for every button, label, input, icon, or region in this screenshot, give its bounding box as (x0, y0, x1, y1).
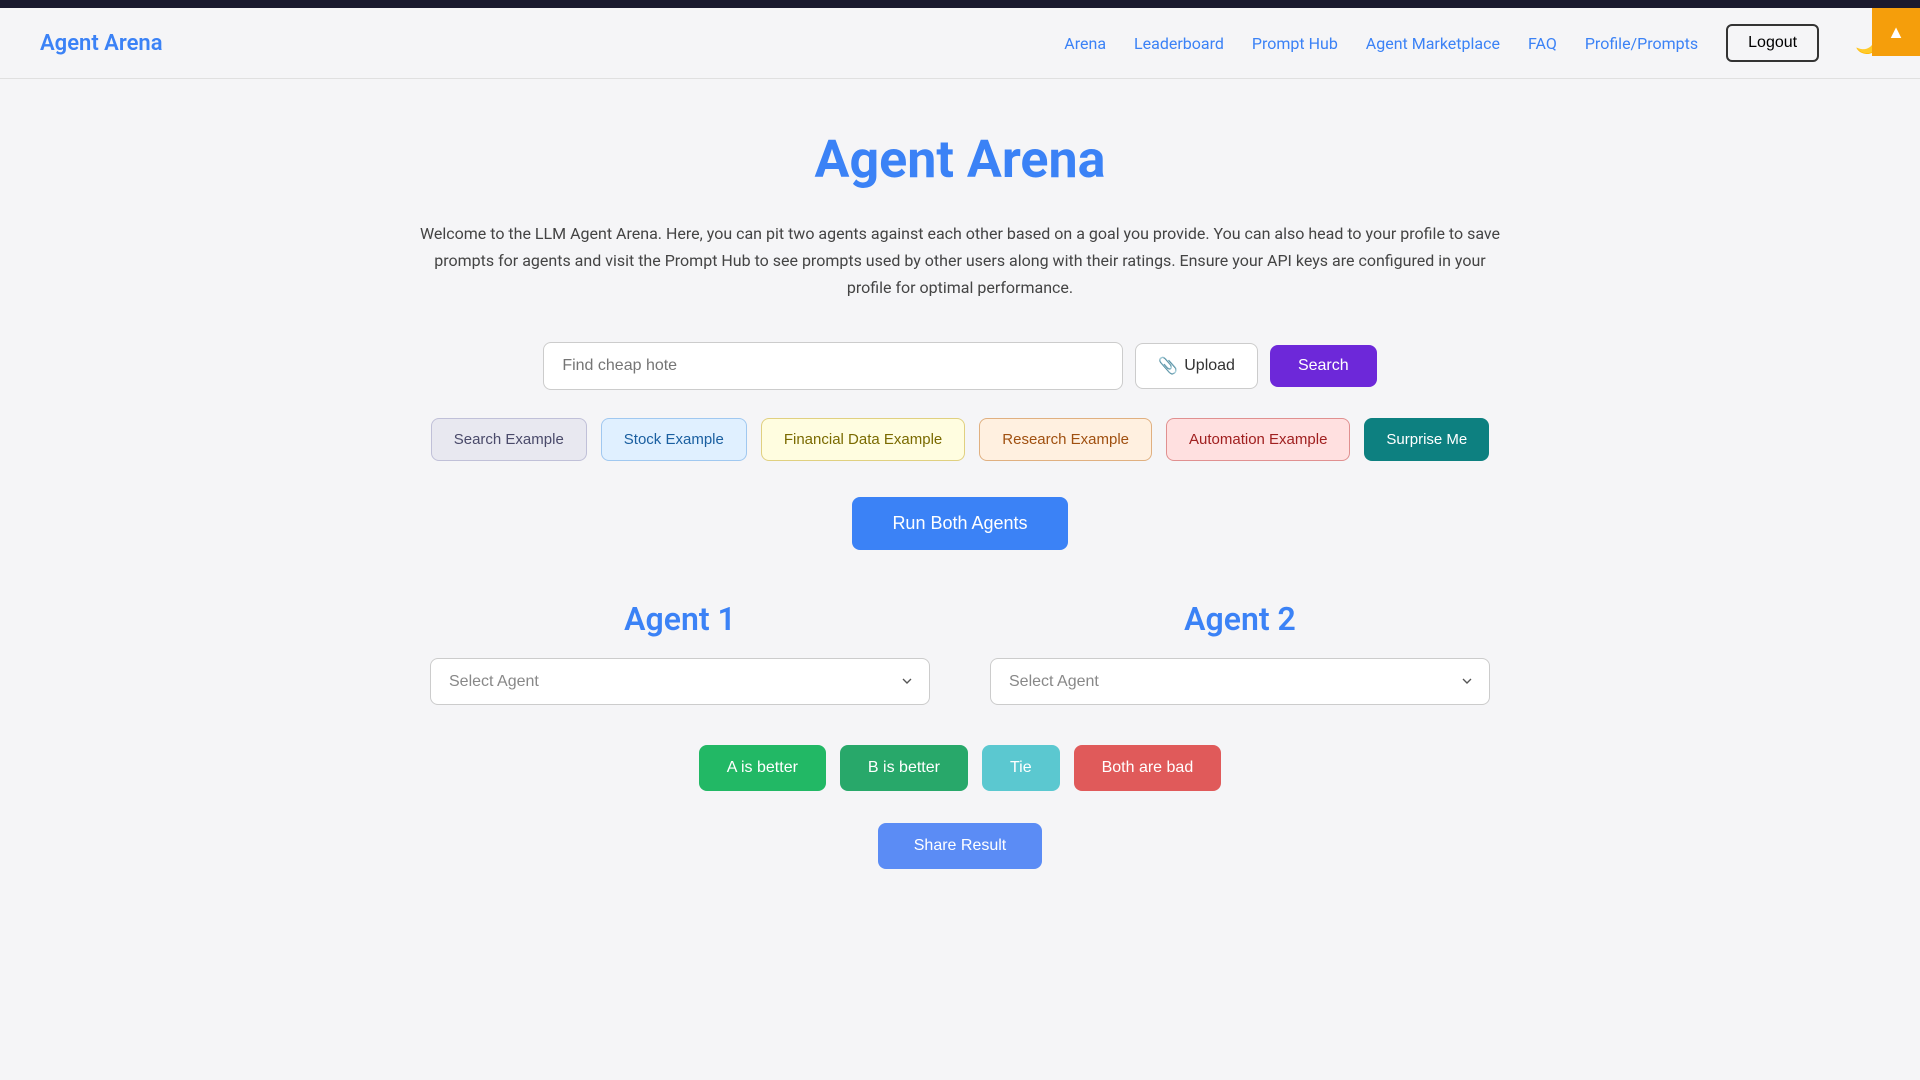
agent1-column: Agent 1 Select Agent (430, 600, 930, 705)
run-both-agents-button[interactable]: Run Both Agents (852, 497, 1067, 550)
header: Agent Arena Arena Leaderboard Prompt Hub… (0, 8, 1920, 79)
automation-example-button[interactable]: Automation Example (1166, 418, 1350, 461)
both-are-bad-button[interactable]: Both are bad (1074, 745, 1222, 791)
nav-agent-marketplace[interactable]: Agent Marketplace (1366, 34, 1500, 53)
corner-badge[interactable]: ▲ (1872, 8, 1920, 56)
search-container: 📎 Upload Search (300, 342, 1620, 390)
research-example-button[interactable]: Research Example (979, 418, 1152, 461)
nav-prompt-hub[interactable]: Prompt Hub (1252, 34, 1338, 53)
stock-example-button[interactable]: Stock Example (601, 418, 747, 461)
logout-button[interactable]: Logout (1726, 24, 1819, 62)
logo[interactable]: Agent Arena (40, 31, 163, 56)
upload-button[interactable]: 📎 Upload (1135, 343, 1258, 389)
nav: Arena Leaderboard Prompt Hub Agent Marke… (1064, 24, 1880, 62)
description-text: Welcome to the LLM Agent Arena. Here, yo… (410, 220, 1510, 302)
search-button[interactable]: Search (1270, 345, 1377, 387)
agent1-select[interactable]: Select Agent (430, 658, 930, 705)
search-example-button[interactable]: Search Example (431, 418, 587, 461)
top-bar (0, 0, 1920, 8)
nav-profile-prompts[interactable]: Profile/Prompts (1585, 34, 1698, 53)
paperclip-icon: 📎 (1158, 356, 1178, 376)
b-is-better-button[interactable]: B is better (840, 745, 968, 791)
a-is-better-button[interactable]: A is better (699, 745, 826, 791)
tie-button[interactable]: Tie (982, 745, 1060, 791)
financial-data-example-button[interactable]: Financial Data Example (761, 418, 965, 461)
agents-section: Agent 1 Select Agent Agent 2 Select Agen… (300, 600, 1620, 705)
voting-row: A is better B is better Tie Both are bad (300, 745, 1620, 791)
agent2-title: Agent 2 (990, 600, 1490, 638)
nav-leaderboard[interactable]: Leaderboard (1134, 34, 1224, 53)
surprise-me-button[interactable]: Surprise Me (1364, 418, 1489, 461)
nav-faq[interactable]: FAQ (1528, 34, 1557, 53)
page-title: Agent Arena (300, 129, 1620, 190)
agent2-column: Agent 2 Select Agent (990, 600, 1490, 705)
search-input[interactable] (543, 342, 1123, 390)
agent1-title: Agent 1 (430, 600, 930, 638)
examples-row: Search Example Stock Example Financial D… (300, 418, 1620, 461)
upload-label: Upload (1184, 357, 1235, 375)
main-content: Agent Arena Welcome to the LLM Agent Are… (260, 79, 1660, 919)
nav-arena[interactable]: Arena (1064, 34, 1106, 53)
agent2-select[interactable]: Select Agent (990, 658, 1490, 705)
share-result-button[interactable]: Share Result (878, 823, 1043, 869)
